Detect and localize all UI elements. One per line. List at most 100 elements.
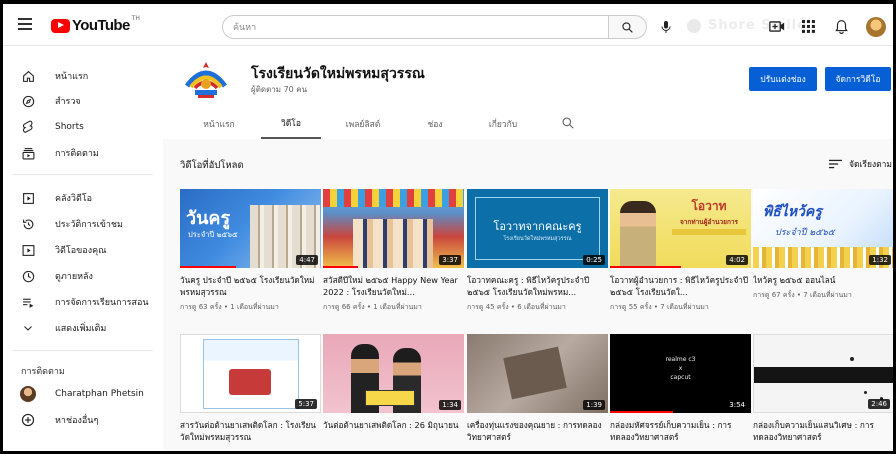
- notifications-button[interactable]: [832, 18, 850, 34]
- video-thumbnail[interactable]: 2:46: [753, 334, 893, 413]
- video-card[interactable]: 5:37 สารวันต่อต้านยาเสพติดโลก : โรงเรียน…: [180, 334, 321, 447]
- video-title[interactable]: ไหว้ครู ๒๕๖๕ ออนไลน์: [753, 274, 893, 286]
- video-metadata: การดู 45 ครั้ง • 6 เดือนที่ผ่านมา: [467, 303, 566, 311]
- sidebar-item-label: ประวัติการเข้าชม: [55, 220, 123, 230]
- video-thumbnail[interactable]: 5:37: [180, 334, 321, 413]
- library-icon: [20, 190, 36, 206]
- logo-country-code: TH: [131, 15, 140, 22]
- thumbnail-person: [620, 201, 656, 268]
- manage-videos-button[interactable]: จัดการวิดีโอ: [825, 67, 891, 91]
- menu-icon[interactable]: [18, 18, 32, 30]
- sidebar: หน้าแรก สำรวจ Shorts การติดตาม คลังวิดีโ…: [3, 46, 163, 451]
- sidebar-item-subscriptions[interactable]: การติดตาม: [3, 141, 163, 165]
- thumbnail-subtitle: ประจำปี ๒๕๖๕: [775, 228, 835, 238]
- tab-videos[interactable]: วิดีโอ: [261, 108, 321, 139]
- watch-progress-bar: [180, 266, 237, 268]
- thumbnail-band: [754, 367, 893, 383]
- watch-later-icon: [20, 268, 36, 284]
- sidebar-item-playlist[interactable]: การจัดการเรียนการสอน: [3, 290, 163, 314]
- apps-button[interactable]: [799, 18, 817, 34]
- video-card[interactable]: 3:37 สวัสดีปีใหม่ ๒๕๖๕ Happy New Year 20…: [323, 189, 464, 313]
- sidebar-browse-channels[interactable]: หาช่องอื่นๆ: [3, 408, 163, 432]
- video-card[interactable]: โอวาท จากท่านผู้อำนวยการ 4:02 โอวาทผู้อำ…: [610, 189, 751, 313]
- customize-channel-button[interactable]: ปรับแต่งช่อง: [749, 67, 817, 91]
- sidebar-item-label: คลังวิดีโอ: [55, 194, 93, 204]
- video-metadata: การดู 63 ครั้ง • 1 เดือนที่ผ่านมา: [180, 303, 279, 311]
- search-placeholder: ค้นหา: [233, 23, 257, 33]
- video-thumbnail[interactable]: พิธีไหว้ครู ประจำปี ๒๕๖๕ 1:32: [753, 189, 893, 268]
- subscription-channel-name: Charatphan Phetsin: [55, 389, 144, 399]
- sort-button[interactable]: จัดเรียงตาม: [829, 157, 892, 171]
- school-emblem-icon: [183, 56, 229, 102]
- video-thumbnail[interactable]: วันครู ประจำปี ๒๕๖๕ 4:47: [180, 189, 321, 268]
- your-videos-icon: [20, 242, 36, 258]
- thumbnail-subtitle: ประจำปี ๒๕๖๕: [188, 230, 238, 239]
- video-thumbnail[interactable]: 1:39: [467, 334, 608, 413]
- youtube-play-icon: [51, 18, 70, 33]
- video-card[interactable]: 1:39 เครื่องทุ่นแรงของคุณยาย : การทดลองว…: [467, 334, 608, 447]
- video-card[interactable]: พิธีไหว้ครู ประจำปี ๒๕๖๕ 1:32 ไหว้ครู ๒๕…: [753, 189, 893, 301]
- sidebar-item-label: การจัดการเรียนการสอน: [55, 298, 149, 308]
- channel-logo[interactable]: [181, 54, 231, 104]
- video-title[interactable]: สารวันต่อต้านยาเสพติดโลก : โรงเรียนวัดให…: [180, 419, 321, 443]
- video-thumbnail[interactable]: 3:37: [323, 189, 464, 268]
- video-title[interactable]: กล่องเก็บความเย็นแสนวิเศษ : การทดลองวิทย…: [753, 419, 893, 443]
- thumbnail-subtitle: โรงเรียนวัดใหม่พรหมสุวรรณ: [503, 236, 572, 242]
- video-card[interactable]: วันครู ประจำปี ๒๕๖๕ 4:47 วันครู ประจำปี …: [180, 189, 321, 313]
- video-card[interactable]: 1:34 วันต่อต้านยาเสพติดโลก : 26 มิถุนายน: [323, 334, 464, 435]
- video-duration: 0:25: [583, 255, 605, 265]
- video-title[interactable]: โอวาทคณะครู : พิธีไหว้ครูประจำปี ๒๕๖๕ โร…: [467, 274, 608, 298]
- sidebar-show-more[interactable]: แสดงเพิ่มเติม: [3, 316, 163, 340]
- video-card[interactable]: realme c3 x capcut 3:54 กล่องมหัศจรรย์เก…: [610, 334, 751, 447]
- sidebar-item-your-videos[interactable]: วิดีโอของคุณ: [3, 238, 163, 262]
- video-thumbnail[interactable]: โอวาทจากคณะครู โรงเรียนวัดใหม่พรหมสุวรรณ…: [467, 189, 608, 268]
- sidebar-item-label: Shorts: [55, 122, 84, 132]
- sidebar-item-history[interactable]: ประวัติการเข้าชม: [3, 212, 163, 236]
- video-title[interactable]: สวัสดีปีใหม่ ๒๕๖๕ Happy New Year 2022 : …: [323, 274, 464, 298]
- sidebar-subscription-channel[interactable]: Charatphan Phetsin: [3, 382, 163, 406]
- search-button[interactable]: [609, 15, 647, 39]
- home-icon: [20, 68, 36, 84]
- sort-icon: [829, 159, 842, 169]
- video-thumbnail[interactable]: realme c3 x capcut 3:54: [610, 334, 751, 413]
- video-metadata: การดู 55 ครั้ง • 7 เดือนที่ผ่านมา: [610, 303, 709, 311]
- video-duration: 4:02: [726, 255, 748, 265]
- subscriptions-heading: การติดตาม: [21, 367, 65, 377]
- sidebar-item-library[interactable]: คลังวิดีโอ: [3, 186, 163, 210]
- video-metadata: การดู 67 ครั้ง • 7 เดือนที่ผ่านมา: [753, 291, 852, 299]
- channel-search-icon[interactable]: [561, 116, 575, 130]
- tab-home[interactable]: หน้าแรก: [191, 108, 247, 139]
- sidebar-divider: [13, 174, 153, 175]
- video-card[interactable]: 2:46 กล่องเก็บความเย็นแสนวิเศษ : การทดลอ…: [753, 334, 893, 447]
- account-avatar[interactable]: [866, 17, 886, 37]
- thumbnail-text-line: x: [678, 365, 683, 372]
- video-title[interactable]: เครื่องทุ่นแรงของคุณยาย : การทดลองวิทยาศ…: [467, 419, 608, 443]
- voice-search-button[interactable]: [656, 17, 676, 37]
- ghost-overlay-text: Shore Smile: [708, 18, 807, 33]
- sidebar-item-explore[interactable]: สำรวจ: [3, 89, 163, 113]
- video-thumbnail[interactable]: โอวาท จากท่านผู้อำนวยการ 4:02: [610, 189, 751, 268]
- video-title[interactable]: โอวาทผู้อำนวยการ : พิธีไหว้ครูประจำปี ๒๕…: [610, 274, 751, 298]
- channel-tabs: หน้าแรก วิดีโอ เพลย์ลิสต์ ช่อง เกี่ยวกับ: [163, 108, 893, 139]
- video-card[interactable]: โอวาทจากคณะครู โรงเรียนวัดใหม่พรหมสุวรรณ…: [467, 189, 608, 313]
- create-button[interactable]: [768, 18, 786, 34]
- tab-about[interactable]: เกี่ยวกับ: [475, 108, 531, 139]
- sidebar-item-shorts[interactable]: Shorts: [3, 115, 163, 139]
- video-title[interactable]: กล่องมหัศจรรย์เก็บความเย็น : การทดลองวิท…: [610, 419, 751, 443]
- youtube-logo[interactable]: YouTube TH: [51, 15, 140, 34]
- video-thumbnail[interactable]: 1:34: [323, 334, 464, 413]
- thumbnail-people: [353, 219, 433, 268]
- top-bar: YouTube TH ค้นหา Shore Smile: [3, 4, 893, 46]
- thumbnail-title: โอวาท: [691, 199, 727, 213]
- thumbnail-text-line: realme c3: [665, 356, 696, 363]
- history-icon: [20, 216, 36, 232]
- sidebar-item-watch-later[interactable]: ดูภายหลัง: [3, 264, 163, 288]
- sidebar-item-home[interactable]: หน้าแรก: [3, 64, 163, 88]
- video-title[interactable]: วันต่อต้านยาเสพติดโลก : 26 มิถุนายน: [323, 419, 464, 431]
- search-input[interactable]: ค้นหา: [222, 15, 609, 39]
- video-title[interactable]: วันครู ประจำปี ๒๕๖๕ โรงเรียนวัดใหม่พรหมส…: [180, 274, 321, 298]
- video-duration: 2:46: [868, 399, 890, 409]
- tab-channels[interactable]: ช่อง: [415, 108, 455, 139]
- create-video-icon: [769, 20, 785, 32]
- tab-playlists[interactable]: เพลย์ลิสต์: [333, 108, 393, 139]
